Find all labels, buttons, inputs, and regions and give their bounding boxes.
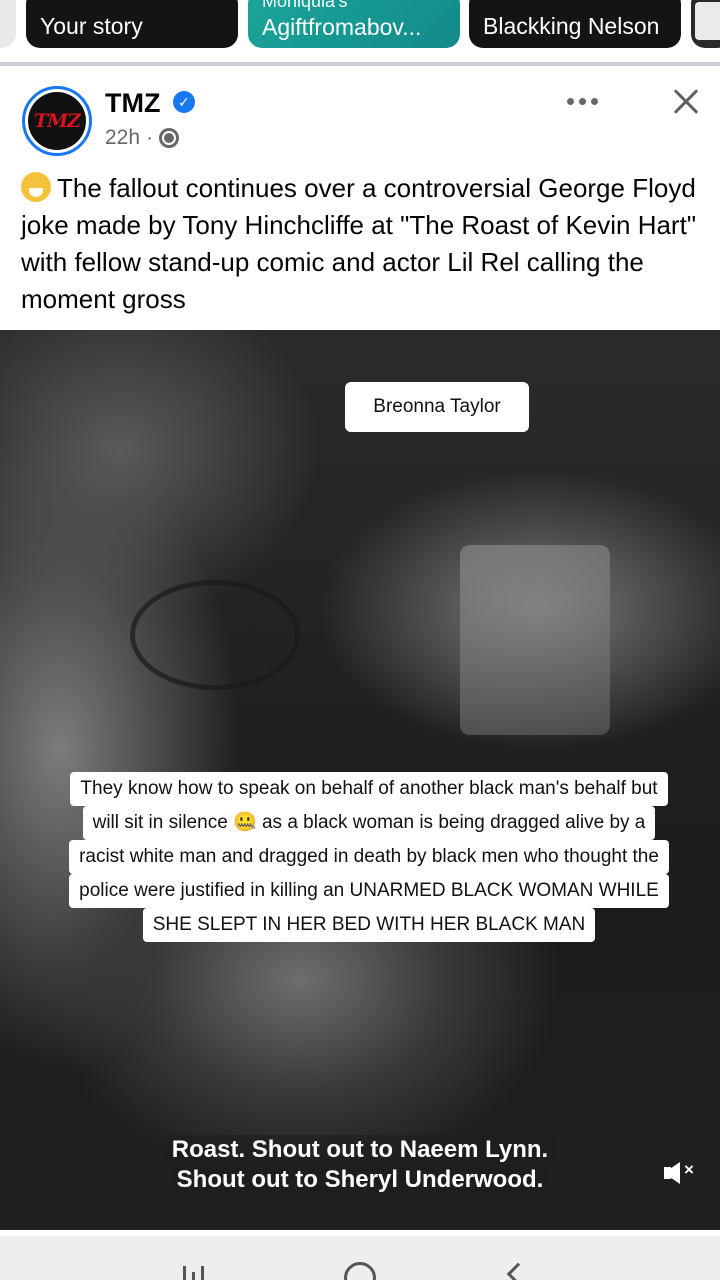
post-time[interactable]: 22h [105, 126, 140, 150]
dot-icon [566, 97, 574, 105]
video-player[interactable]: Breonna Taylor They know how to speak on… [0, 330, 720, 1230]
meta-separator: · [146, 126, 154, 149]
speaker-muted-icon[interactable]: × [660, 1154, 700, 1188]
video-label-box: Breonna Taylor [345, 382, 529, 432]
subtitle-line: Roast. Shout out to Naeem Lynn. [165, 1135, 555, 1165]
story-label: Agiftfromabov... [262, 14, 422, 40]
overlay-line: They know how to speak on behalf of anot… [70, 772, 668, 806]
video-subtitles: Roast. Shout out to Naeem Lynn. Shout ou… [0, 1135, 720, 1195]
stories-strip: Your story Moniquia's Agiftfromabov... B… [0, 0, 720, 62]
dot-icon [590, 97, 598, 105]
page-name[interactable]: TMZ [105, 88, 160, 119]
story-card-your-story[interactable]: Your story [26, 0, 238, 48]
mute-x-icon: × [684, 1160, 694, 1179]
story-label-top: Moniquia's [262, 0, 348, 11]
story-card-partial-right[interactable] [691, 0, 720, 48]
verified-badge-icon: ✓ [173, 91, 195, 113]
video-frame-pillow [460, 545, 610, 735]
story-label: Blackking Nelson [483, 13, 660, 39]
post-meta: 22h · [105, 126, 180, 150]
more-options-button[interactable] [560, 86, 604, 116]
face-with-hand-over-mouth-icon [21, 172, 51, 202]
subtitle-line: Shout out to Sheryl Underwood. [170, 1165, 550, 1195]
tmz-logo: TMZ [28, 92, 86, 150]
globe-icon [159, 128, 180, 148]
dot-icon [578, 97, 586, 105]
story-thumbnail [695, 2, 720, 40]
story-card-partial[interactable] [0, 0, 16, 48]
section-divider [0, 62, 720, 66]
story-label: Your story [40, 13, 143, 39]
overlay-line: will sit in silence 🤐 as a black woman i… [82, 806, 656, 840]
speaker-cone [664, 1162, 680, 1184]
recent-apps-icon[interactable] [183, 1266, 213, 1280]
avatar[interactable]: TMZ [22, 86, 92, 156]
close-icon[interactable] [664, 80, 708, 124]
story-card-agiftfromabove[interactable]: Moniquia's Agiftfromabov... [248, 0, 460, 48]
video-frame-glasses [130, 580, 300, 690]
video-overlay-text: They know how to speak on behalf of anot… [29, 772, 709, 942]
post-caption[interactable]: The fallout continues over a controversi… [21, 170, 711, 318]
overlay-line: police were justified in killing an UNAR… [69, 874, 669, 908]
tmz-logo-text: TMZ [33, 110, 81, 132]
story-card-blackking-nelson[interactable]: Blackking Nelson [469, 0, 681, 48]
caption-text: The fallout continues over a controversi… [21, 173, 697, 314]
overlay-line: racist white man and dragged in death by… [69, 840, 669, 874]
overlay-line: SHE SLEPT IN HER BED WITH HER BLACK MAN [142, 908, 596, 942]
